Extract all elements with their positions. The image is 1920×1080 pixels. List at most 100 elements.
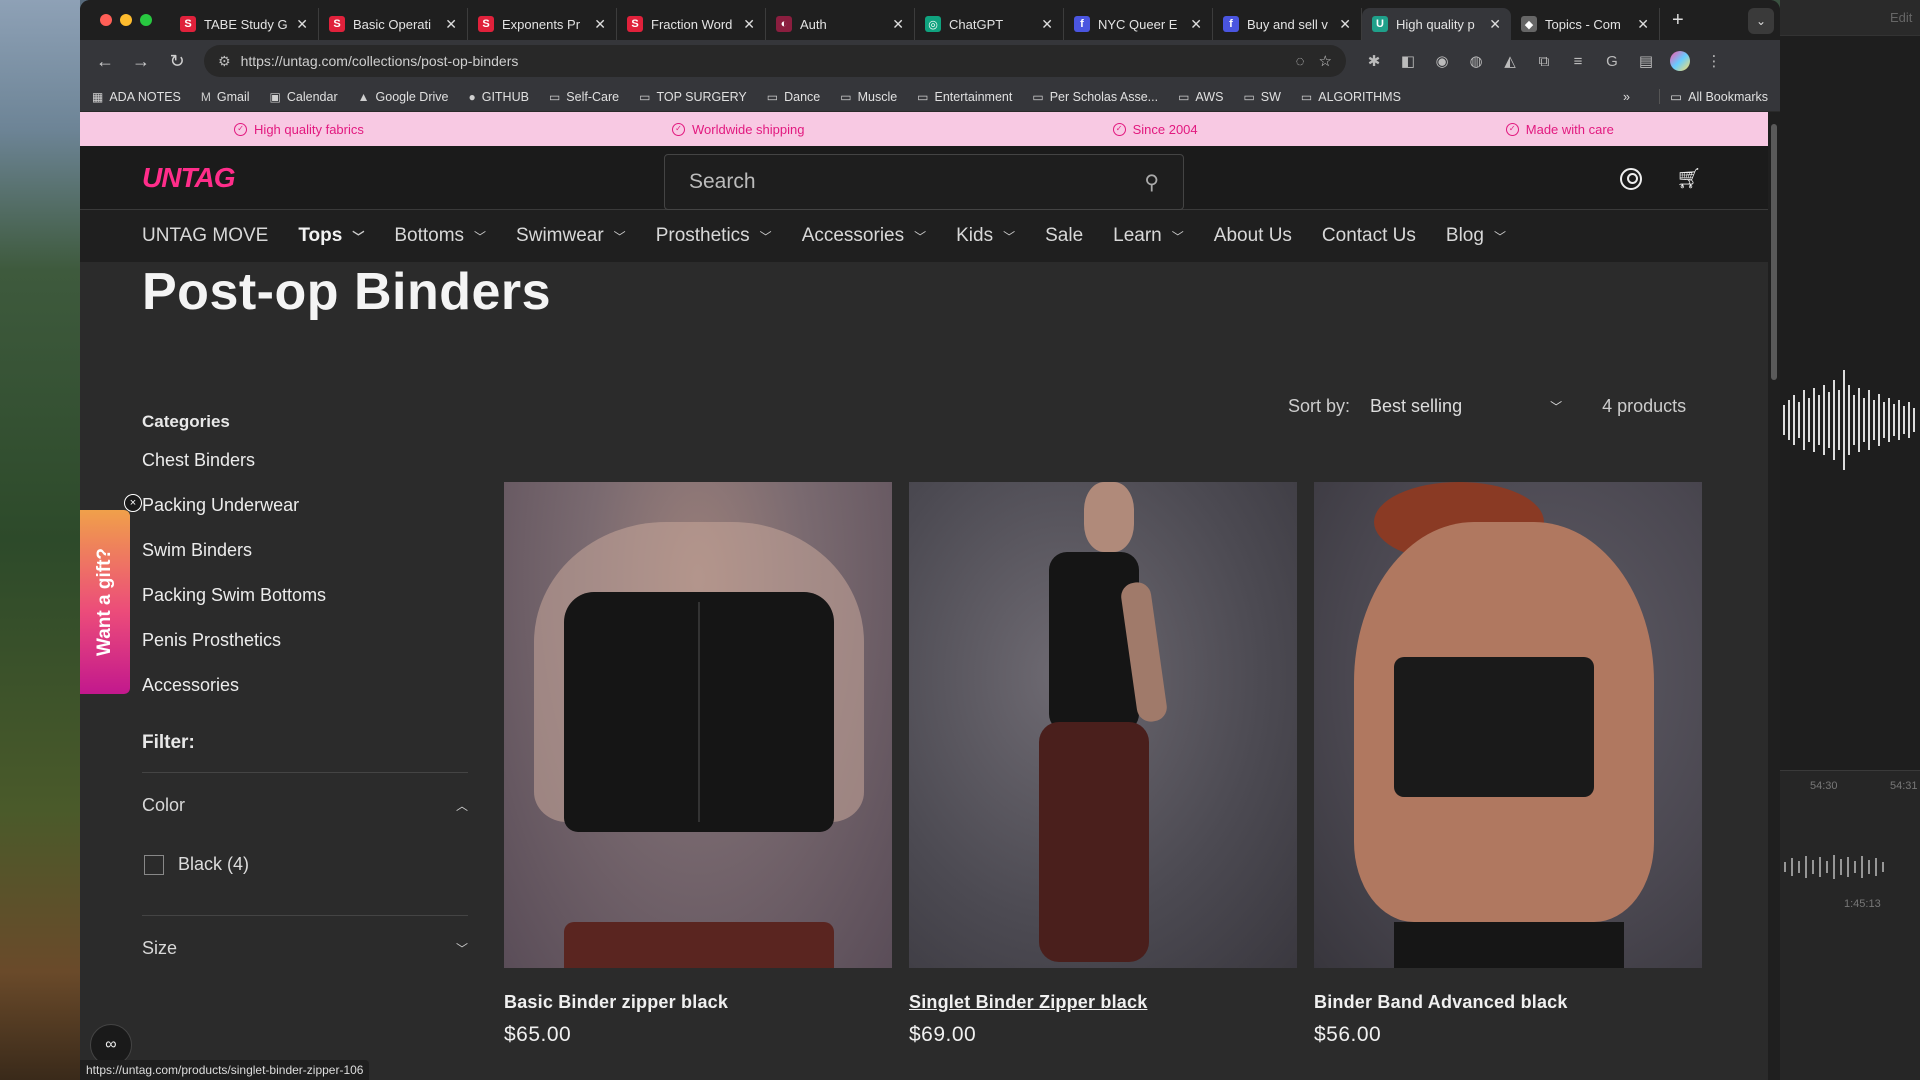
profile-avatar[interactable] [1670, 51, 1690, 71]
browser-tab[interactable]: f NYC Queer E ✕ [1064, 8, 1213, 40]
checkbox[interactable] [144, 854, 164, 875]
category-link[interactable]: Swim Binders [142, 540, 472, 561]
bookmark-item[interactable]: ▭ Entertainment [917, 90, 1012, 104]
page-scrollbar[interactable] [1768, 112, 1780, 1080]
browser-tab[interactable]: S Basic Operati ✕ [319, 8, 468, 40]
product-name[interactable]: Singlet Binder Zipper black [909, 992, 1297, 1013]
bookmark-item[interactable]: ▭ Muscle [840, 90, 897, 104]
close-tab-icon[interactable]: ✕ [445, 16, 457, 33]
product-card[interactable]: Binder Band Advanced black $56.00 [1314, 482, 1702, 1047]
extension-icon[interactable]: ◉ [1432, 51, 1452, 71]
bookmark-item[interactable]: ▭ SW [1243, 90, 1280, 104]
bookmark-item[interactable]: ▭ Dance [767, 90, 820, 104]
nav-item-bottoms[interactable]: Bottoms ﹀ [394, 225, 486, 247]
color-facet-toggle[interactable]: Color ︿ [142, 795, 468, 816]
close-tab-icon[interactable]: ✕ [1339, 16, 1351, 33]
nav-item-learn[interactable]: Learn ﹀ [1113, 225, 1184, 247]
product-image[interactable] [909, 482, 1297, 968]
close-tab-icon[interactable]: ✕ [892, 16, 904, 33]
back-button[interactable]: ← [90, 46, 120, 76]
tab-search-button[interactable]: ⌄ [1748, 8, 1774, 34]
bookmark-item[interactable]: ▭ Self-Care [549, 90, 619, 104]
category-link[interactable]: Penis Prosthetics [142, 630, 472, 651]
bookmark-item[interactable]: ▦ ADA NOTES [92, 90, 181, 104]
new-tab-button[interactable]: + [1672, 9, 1684, 32]
category-link[interactable]: Packing Swim Bottoms [142, 585, 472, 606]
nav-item-blog[interactable]: Blog ﹀ [1446, 225, 1506, 247]
color-option-black[interactable]: Black (4) [144, 854, 472, 875]
browser-tab[interactable]: ◆ Topics - Com ✕ [1511, 8, 1660, 40]
bookmark-item[interactable]: ▭ TOP SURGERY [639, 90, 747, 104]
product-name[interactable]: Basic Binder zipper black [504, 992, 892, 1013]
account-icon[interactable] [1620, 168, 1642, 190]
browser-tab[interactable]: ◐ Auth ✕ [766, 8, 915, 40]
nav-item-accessories[interactable]: Accessories ﹀ [802, 225, 926, 247]
nav-item-sale[interactable]: Sale [1045, 225, 1083, 247]
extension-icon[interactable]: ◧ [1398, 51, 1418, 71]
zoom-window-button[interactable] [140, 14, 152, 26]
bookmark-item[interactable]: ▲ Google Drive [358, 90, 449, 104]
category-link[interactable]: Packing Underwear [142, 495, 472, 516]
nav-item-kids[interactable]: Kids ﹀ [956, 225, 1015, 247]
product-image[interactable] [1314, 482, 1702, 968]
search-input[interactable]: Search ⚲ [664, 154, 1184, 210]
bookmark-item[interactable]: ▭ ALGORITHMS [1301, 90, 1401, 104]
extension-icon[interactable]: ✱ [1364, 51, 1384, 71]
close-tab-icon[interactable]: ✕ [743, 16, 755, 33]
close-tab-icon[interactable]: ✕ [296, 16, 308, 33]
browser-tab[interactable]: S Fraction Word ✕ [617, 8, 766, 40]
browser-tab[interactable]: ◎ ChatGPT ✕ [915, 8, 1064, 40]
minimize-window-button[interactable] [120, 14, 132, 26]
bookmarks-overflow-button[interactable]: » [1623, 90, 1630, 104]
site-logo[interactable]: UNTAG [142, 162, 235, 194]
eye-slash-icon[interactable]: ◌ [1296, 53, 1305, 70]
bookmark-item[interactable]: ▣ Calendar [270, 90, 338, 104]
forward-button[interactable]: → [126, 46, 156, 76]
close-tab-icon[interactable]: ✕ [594, 16, 606, 33]
size-facet-toggle[interactable]: Size ﹀ [142, 938, 468, 959]
browser-tab[interactable]: S TABE Study G ✕ [170, 8, 319, 40]
nav-item-untag-move[interactable]: UNTAG MOVE [142, 225, 268, 247]
nav-item-tops[interactable]: Tops ﹀ [298, 225, 364, 247]
cart-icon[interactable]: 🛒︎ [1676, 166, 1701, 191]
search-icon[interactable]: ⚲ [1144, 170, 1159, 195]
google-icon[interactable]: G [1602, 51, 1622, 71]
nav-item-swimwear[interactable]: Swimwear ﹀ [516, 225, 626, 247]
browser-tab[interactable]: f Buy and sell v ✕ [1213, 8, 1362, 40]
scrollbar-thumb[interactable] [1771, 124, 1777, 380]
product-name[interactable]: Binder Band Advanced black [1314, 992, 1702, 1013]
bookmark-item[interactable]: ● GITHUB [468, 90, 528, 104]
browser-tab[interactable]: U High quality p ✕ [1362, 8, 1511, 40]
close-tab-icon[interactable]: ✕ [1190, 16, 1202, 33]
nav-item-prosthetics[interactable]: Prosthetics ﹀ [656, 225, 772, 247]
category-link[interactable]: Chest Binders [142, 450, 472, 471]
nav-item-about-us[interactable]: About Us [1214, 225, 1292, 247]
edit-label[interactable]: Edit [1890, 10, 1912, 25]
bookmark-item[interactable]: ▭ Per Scholas Asse... [1032, 90, 1158, 104]
extension-icon[interactable]: ◭ [1500, 51, 1520, 71]
product-image[interactable] [504, 482, 892, 968]
puzzle-icon[interactable]: ⧉ [1534, 51, 1554, 71]
product-card[interactable]: Singlet Binder Zipper black $69.00 [909, 482, 1297, 1047]
kebab-menu-icon[interactable]: ⋮ [1704, 51, 1724, 71]
address-bar[interactable]: ⚙ https://untag.com/collections/post-op-… [204, 45, 1346, 77]
close-icon[interactable]: × [124, 494, 142, 512]
side-panel-icon[interactable]: ▤ [1636, 51, 1656, 71]
extension-icon[interactable]: ◍ [1466, 51, 1486, 71]
gift-popup-tab[interactable]: Want a gift? [80, 510, 130, 694]
reload-button[interactable]: ↻ [162, 46, 192, 76]
close-tab-icon[interactable]: ✕ [1637, 16, 1649, 33]
category-link[interactable]: Accessories [142, 675, 472, 696]
media-control-icon[interactable]: ≡ [1568, 51, 1588, 71]
bookmark-item[interactable]: M Gmail [201, 90, 250, 104]
all-bookmarks-button[interactable]: ▭ All Bookmarks [1659, 89, 1768, 104]
url-text[interactable]: https://untag.com/collections/post-op-bi… [241, 53, 1282, 69]
bookmark-item[interactable]: ▭ AWS [1178, 90, 1223, 104]
close-window-button[interactable] [100, 14, 112, 26]
sort-select[interactable]: Best selling ﹀ [1370, 396, 1562, 417]
product-card[interactable]: Basic Binder zipper black $65.00 [504, 482, 892, 1047]
browser-tab[interactable]: S Exponents Pr ✕ [468, 8, 617, 40]
nav-item-contact-us[interactable]: Contact Us [1322, 225, 1416, 247]
bookmark-star-icon[interactable]: ☆ [1319, 52, 1332, 70]
site-info-icon[interactable]: ⚙ [218, 53, 231, 70]
